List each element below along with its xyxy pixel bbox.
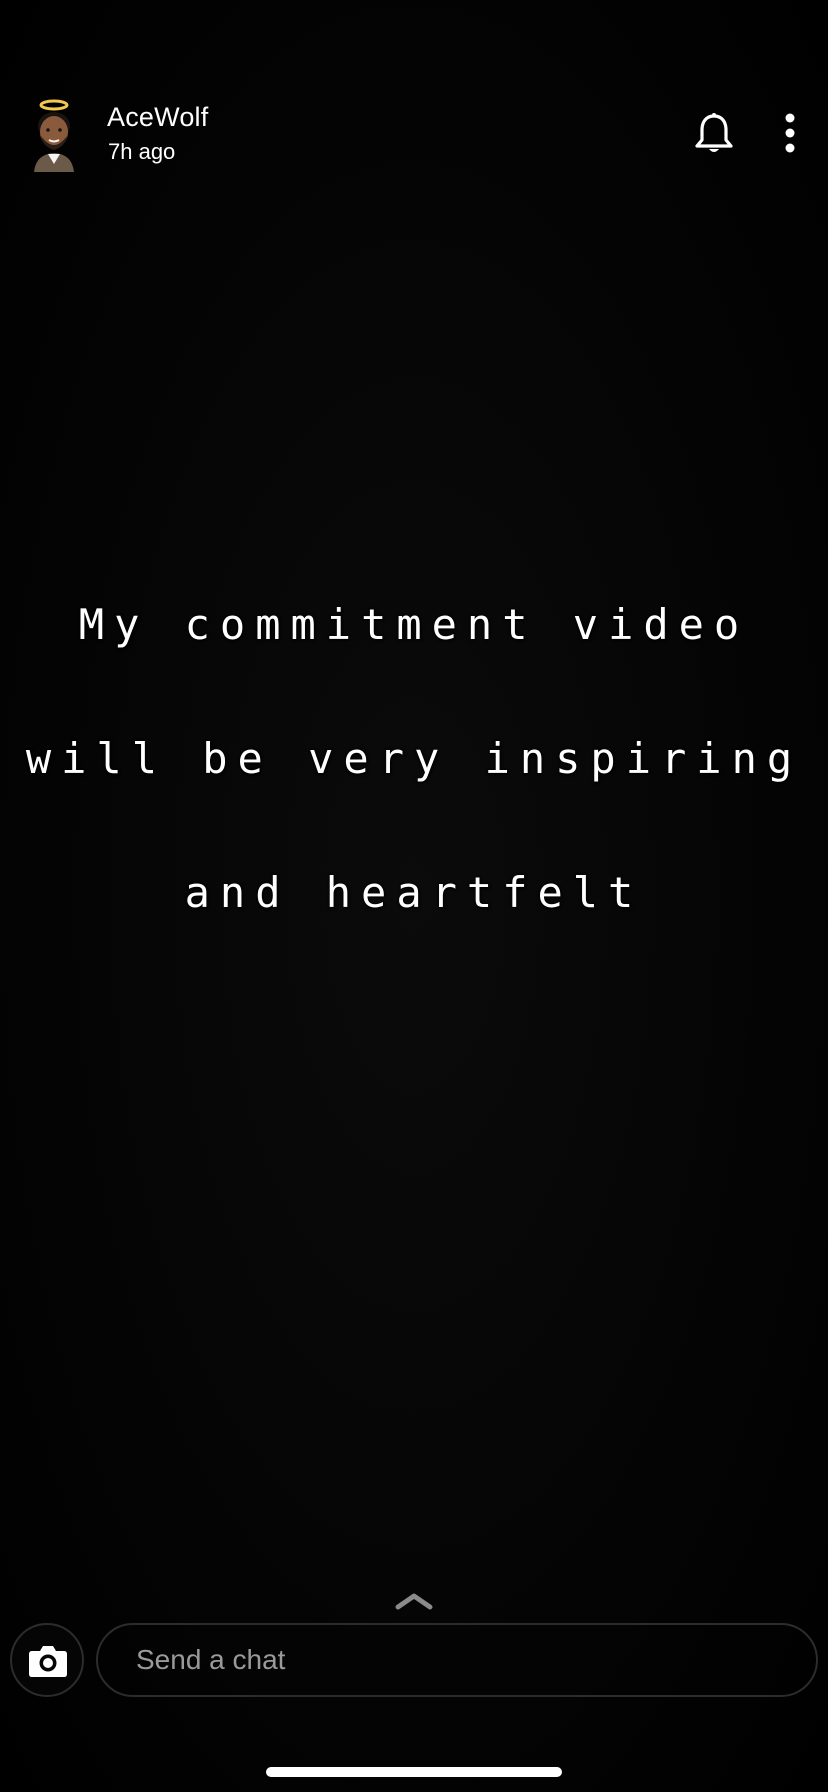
user-avatar[interactable] bbox=[26, 98, 82, 172]
story-background[interactable]: AceWolf 7h ago My commitment video will … bbox=[0, 0, 828, 1792]
caption-line: My commitment video bbox=[78, 600, 750, 649]
camera-button[interactable] bbox=[10, 1623, 84, 1697]
camera-icon bbox=[29, 1646, 67, 1677]
user-name[interactable]: AceWolf bbox=[107, 102, 208, 133]
post-timestamp: 7h ago bbox=[108, 139, 176, 164]
bell-icon[interactable] bbox=[690, 110, 738, 158]
caption-line: will be very inspiring bbox=[25, 734, 803, 783]
home-indicator[interactable] bbox=[266, 1767, 562, 1777]
more-vertical-icon[interactable] bbox=[772, 112, 808, 156]
send-chat-input[interactable] bbox=[96, 1623, 818, 1697]
chevron-up-icon[interactable] bbox=[393, 1590, 435, 1612]
caption-line: and heartfelt bbox=[184, 868, 644, 917]
story-header: AceWolf 7h ago bbox=[0, 96, 828, 176]
